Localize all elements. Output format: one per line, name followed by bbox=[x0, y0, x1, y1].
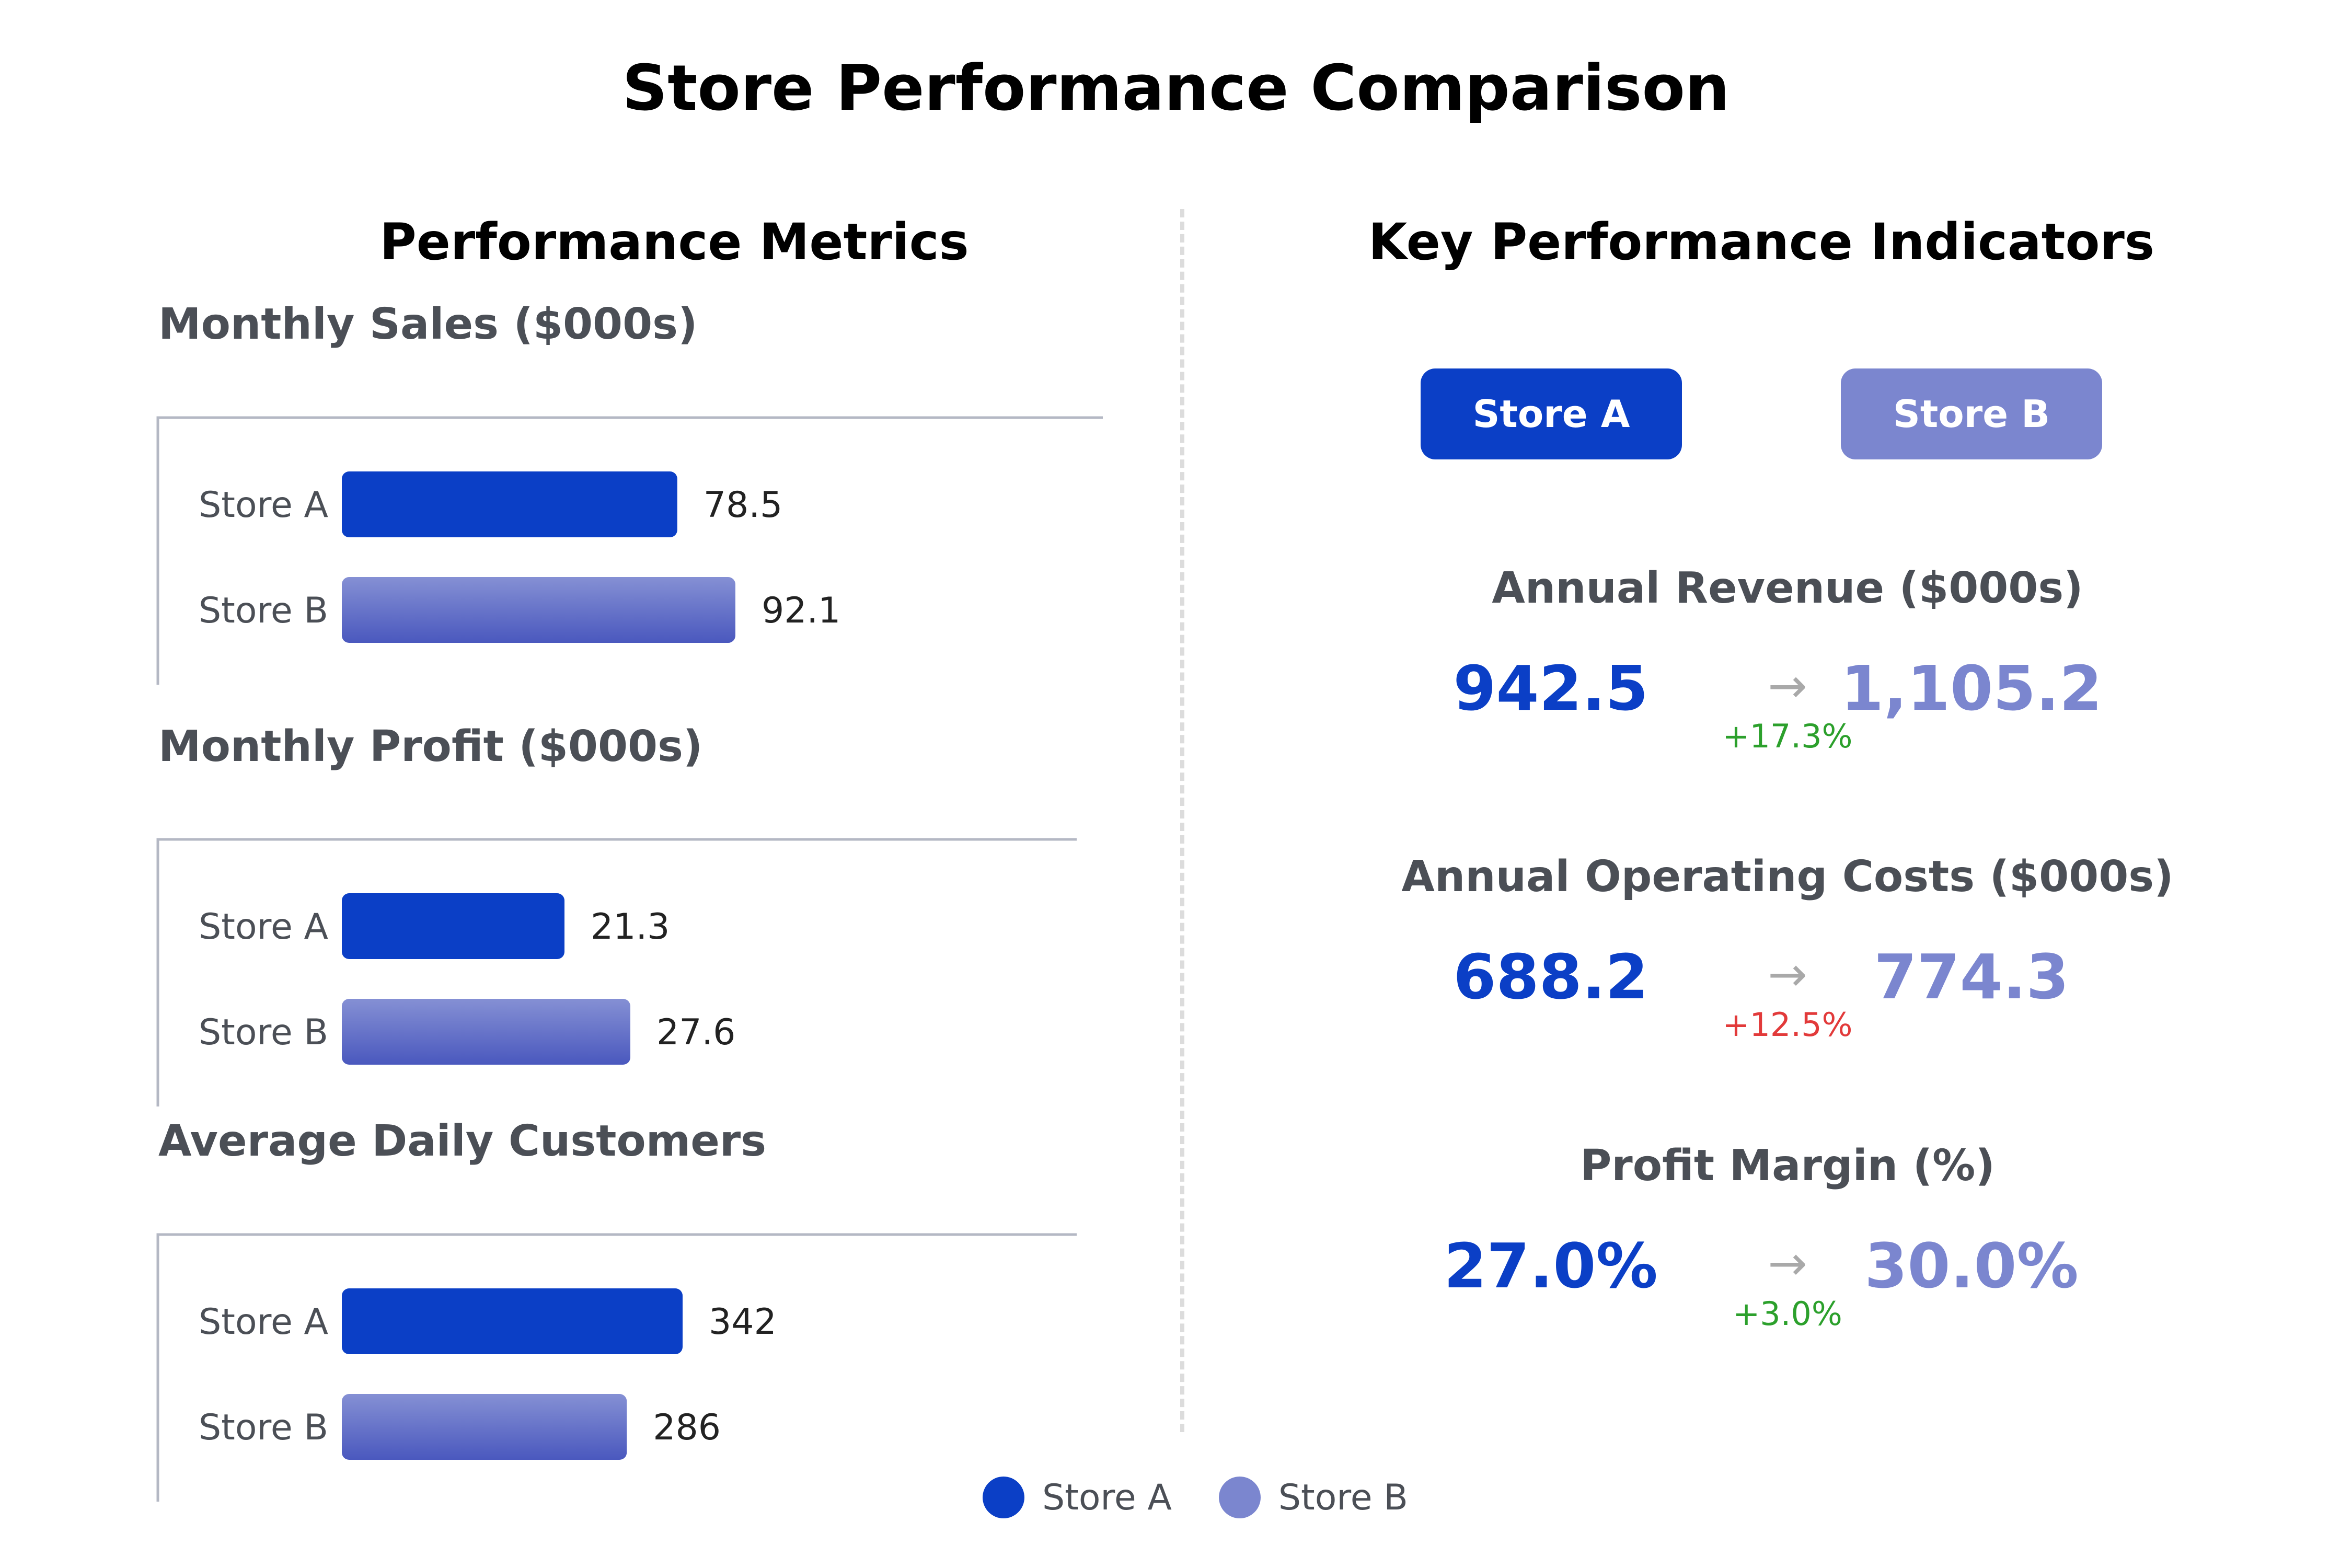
kpi-title: Key Performance Indicators bbox=[1368, 213, 2154, 271]
monthly-profit-title: Monthly Profit ($000s) bbox=[158, 722, 703, 771]
operating-costs-change: +12.5% bbox=[1722, 1006, 1853, 1044]
bar-store-b bbox=[342, 999, 630, 1065]
data-label: 286 bbox=[653, 1407, 721, 1448]
category-label: Store B bbox=[199, 590, 328, 631]
chart-frame bbox=[156, 416, 1103, 685]
data-label: 78.5 bbox=[704, 485, 782, 526]
bar-store-a bbox=[342, 1288, 683, 1354]
profit-margin-store-a: 27.0% bbox=[1444, 1230, 1658, 1302]
data-label: 27.6 bbox=[656, 1012, 735, 1053]
monthly-sales-svg: Store A 78.5 Store B 92.1 bbox=[156, 416, 1103, 685]
bar-store-b bbox=[342, 577, 735, 643]
category-label: Store B bbox=[199, 1012, 328, 1053]
panel-divider bbox=[1180, 209, 1184, 1432]
monthly-sales-chart: Store A 78.5 Store B 92.1 bbox=[152, 416, 1134, 687]
legend-label-store-a: Store A bbox=[1042, 1477, 1172, 1518]
legend-item-store-b: Store B bbox=[1218, 1477, 1408, 1518]
data-label: 21.3 bbox=[591, 906, 670, 948]
bar-store-b bbox=[342, 1394, 627, 1460]
legend-dot-store-b bbox=[1218, 1477, 1261, 1518]
profit-margin-change: +3.0% bbox=[1733, 1295, 1842, 1333]
annual-revenue-store-b: 1,105.2 bbox=[1840, 652, 2103, 724]
category-label: Store A bbox=[199, 1301, 328, 1343]
bar-store-a bbox=[342, 471, 677, 537]
store-a-button[interactable]: Store A bbox=[1421, 368, 1682, 459]
monthly-profit-chart: Store A 21.3 Store B 27.6 bbox=[152, 837, 1134, 1109]
profit-margin-label: Profit Margin (%) bbox=[1580, 1141, 1995, 1191]
store-b-button[interactable]: Store B bbox=[1841, 368, 2102, 459]
bar-store-a bbox=[342, 893, 564, 959]
daily-customers-svg: Store A 342 Store B 286 bbox=[156, 1233, 1077, 1502]
performance-metrics-title: Performance Metrics bbox=[379, 213, 969, 271]
chart-frame bbox=[156, 1233, 1077, 1502]
daily-customers-title: Average Daily Customers bbox=[158, 1116, 767, 1166]
legend-dot-store-a bbox=[983, 1477, 1024, 1518]
legend-item-store-a: Store A bbox=[983, 1477, 1172, 1518]
legend: Store A Store B bbox=[983, 1471, 1455, 1524]
annual-revenue-store-a: 942.5 bbox=[1453, 652, 1648, 724]
category-label: Store A bbox=[199, 485, 328, 526]
operating-costs-store-a: 688.2 bbox=[1453, 941, 1648, 1013]
annual-revenue-change: +17.3% bbox=[1722, 717, 1853, 755]
annual-revenue-label: Annual Revenue ($000s) bbox=[1492, 563, 2083, 613]
data-label: 342 bbox=[709, 1301, 777, 1343]
monthly-sales-title: Monthly Sales ($000s) bbox=[158, 299, 698, 349]
chart-frame bbox=[156, 838, 1077, 1106]
page-title: Store Performance Comparison bbox=[622, 52, 1730, 125]
daily-customers-chart: Store A 342 Store B 286 bbox=[152, 1232, 1134, 1504]
operating-costs-store-b: 774.3 bbox=[1874, 941, 2069, 1013]
legend-label-store-b: Store B bbox=[1278, 1477, 1408, 1518]
data-label: 92.1 bbox=[762, 590, 840, 631]
profit-margin-store-b: 30.0% bbox=[1864, 1230, 2079, 1302]
category-label: Store A bbox=[199, 906, 328, 948]
operating-costs-label: Annual Operating Costs ($000s) bbox=[1401, 852, 2174, 902]
monthly-profit-svg: Store A 21.3 Store B 27.6 bbox=[156, 838, 1077, 1106]
category-label: Store B bbox=[199, 1407, 328, 1448]
